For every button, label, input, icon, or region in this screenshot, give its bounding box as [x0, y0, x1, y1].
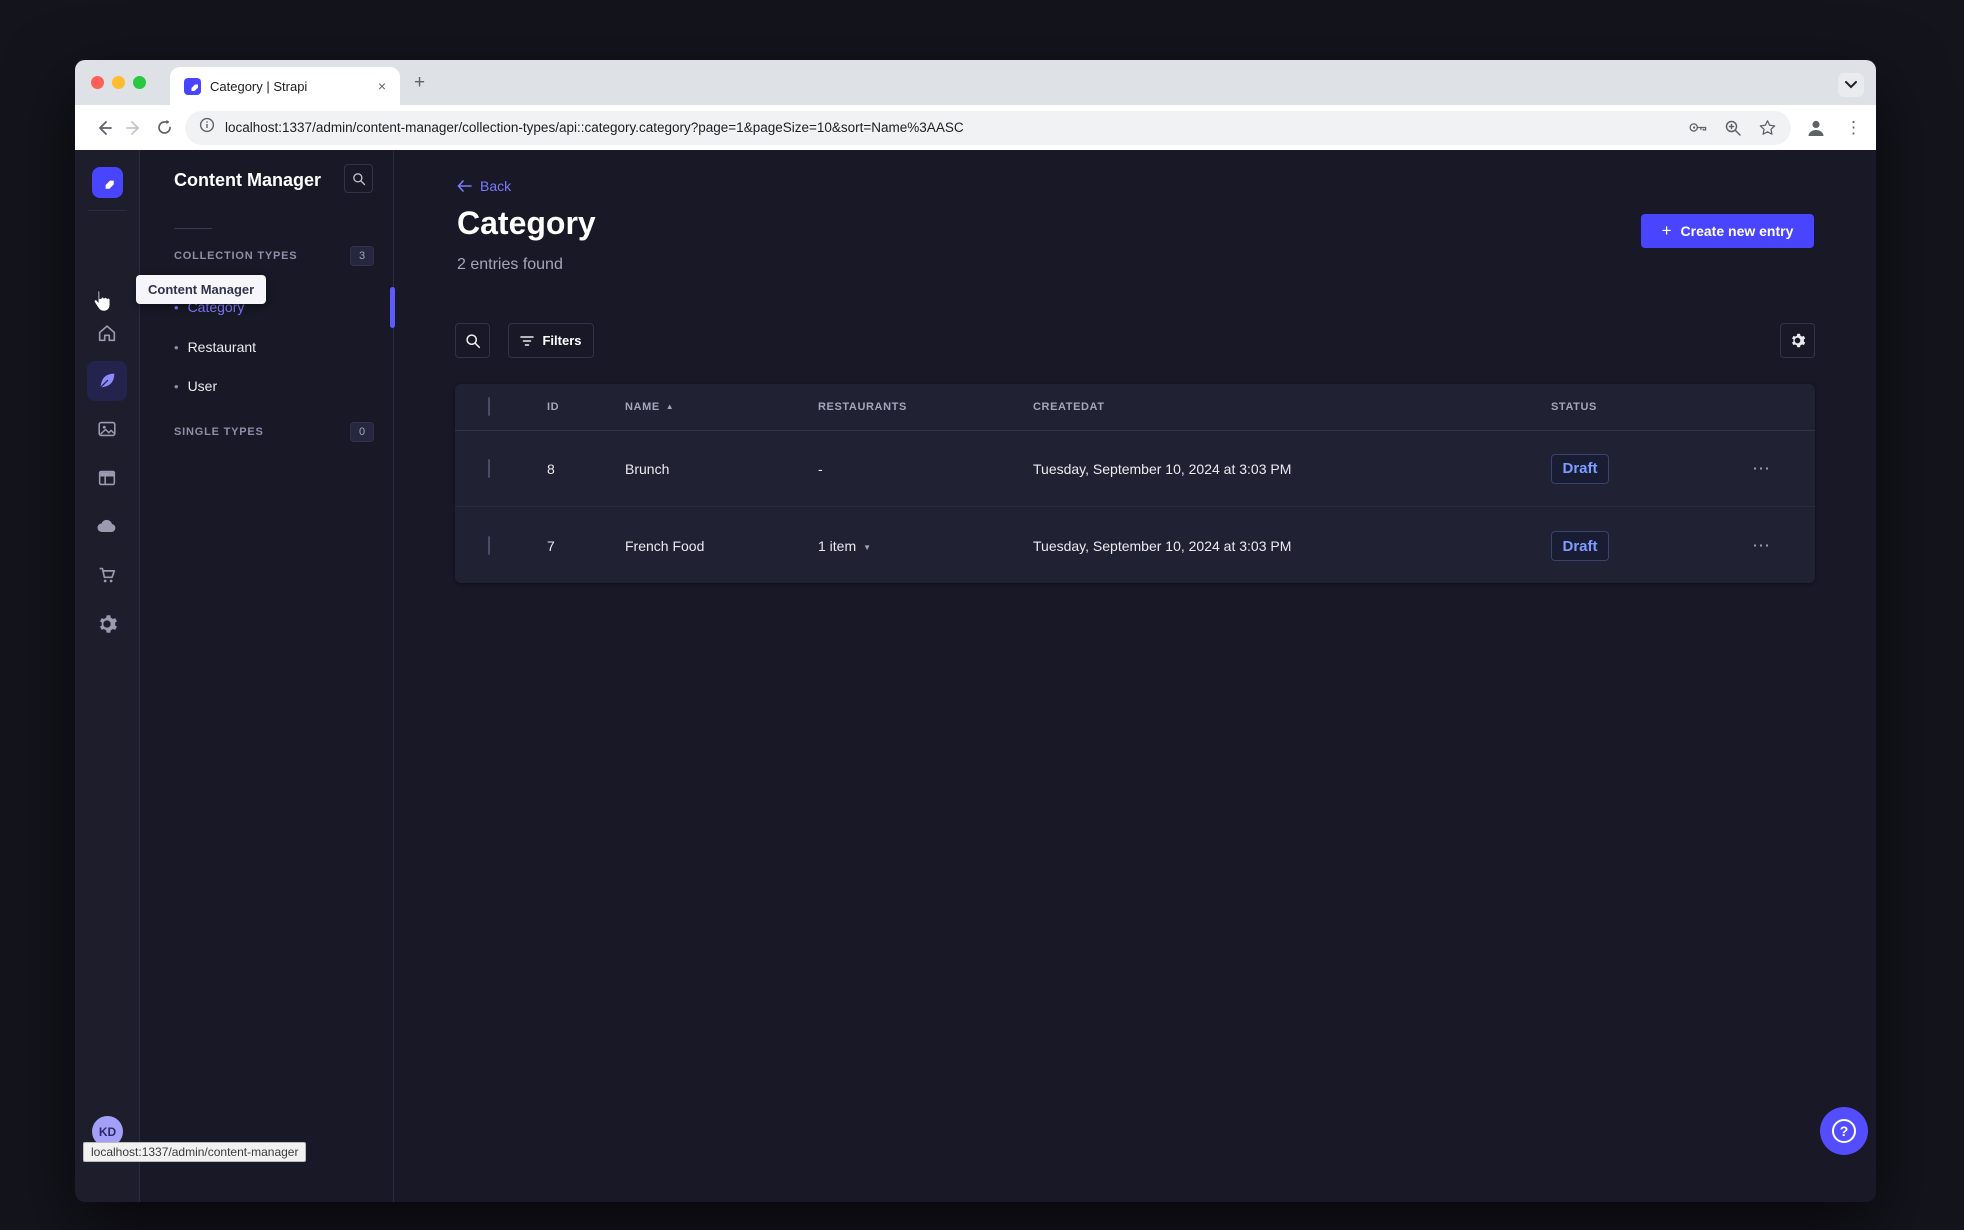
browser-window: Category | Strapi × + localhost:1337/adm…	[75, 60, 1876, 1202]
sort-asc-icon: ▲	[665, 402, 675, 411]
single-types-label: SINGLE TYPES	[174, 426, 264, 438]
subnav-divider	[174, 228, 212, 229]
header-name[interactable]: NAME ▲	[625, 401, 674, 413]
password-key-icon[interactable]	[1689, 118, 1708, 137]
status-badge: Draft	[1551, 453, 1609, 484]
header-createdat[interactable]: CREATEDAT	[1033, 401, 1105, 413]
cloud-deploy-icon[interactable]	[87, 506, 127, 546]
new-tab-button[interactable]: +	[414, 60, 425, 105]
filters-button-label: Filters	[542, 333, 582, 348]
row-checkbox[interactable]	[488, 458, 490, 478]
row-checkbox[interactable]	[488, 536, 490, 555]
row-actions-menu[interactable]: ⋯	[1752, 536, 1771, 557]
back-link[interactable]: Back	[457, 178, 511, 194]
header-id[interactable]: ID	[547, 401, 559, 413]
header-status: STATUS	[1551, 401, 1597, 413]
marketplace-cart-icon[interactable]	[87, 555, 127, 595]
home-icon[interactable]	[87, 313, 127, 353]
profile-avatar-icon[interactable]	[1801, 113, 1831, 143]
collection-types-label: COLLECTION TYPES	[174, 250, 298, 262]
bookmark-star-icon[interactable]	[1758, 118, 1777, 137]
browser-menu-icon[interactable]: ⋮	[1845, 118, 1862, 138]
maximize-window-button[interactable]	[133, 76, 146, 89]
cell-name: Brunch	[625, 460, 670, 477]
cell-createdat: Tuesday, September 10, 2024 at 3:03 PM	[1033, 460, 1292, 477]
header-restaurants[interactable]: RESTAURANTS	[818, 401, 907, 413]
settings-gear-icon[interactable]	[87, 604, 127, 644]
content-manager-tooltip: Content Manager	[136, 275, 267, 304]
plus-icon: +	[1661, 221, 1672, 240]
tab-search-button[interactable]	[1838, 73, 1864, 97]
back-icon[interactable]	[89, 113, 119, 143]
collection-types-count-badge: 3	[350, 246, 374, 266]
subnav-scrollbar-thumb[interactable]	[390, 287, 395, 328]
entries-table: ID NAME ▲ RESTAURANTS CREATEDAT STATUS 8 …	[455, 384, 1815, 583]
subnav-item-user[interactable]: • User	[140, 366, 394, 406]
create-button-label: Create new entry	[1680, 223, 1794, 239]
mouse-cursor	[92, 289, 112, 318]
subnav-search-button[interactable]	[344, 164, 373, 193]
content-type-builder-icon[interactable]	[87, 458, 127, 498]
reload-icon[interactable]	[149, 113, 179, 143]
content-manager-subnav: Content Manager COLLECTION TYPES 3 • Cat…	[140, 150, 394, 1202]
cell-id: 8	[547, 460, 555, 477]
entries-count: 2 entries found	[457, 256, 563, 273]
single-types-count-badge: 0	[350, 422, 374, 442]
table-row[interactable]: 7 French Food 1 item ▼ Tuesday, September…	[455, 508, 1815, 584]
question-mark-icon: ?	[1832, 1119, 1856, 1143]
row-actions-menu[interactable]: ⋯	[1752, 458, 1771, 479]
url-text[interactable]: localhost:1337/admin/content-manager/col…	[225, 120, 1673, 135]
cell-restaurants-dropdown[interactable]: 1 item ▼	[818, 538, 871, 554]
table-search-button[interactable]	[455, 323, 490, 358]
subnav-item-label: User	[187, 378, 218, 394]
subnav-item-restaurant[interactable]: • Restaurant	[140, 327, 394, 367]
browser-tab-strip: Category | Strapi × +	[75, 60, 1876, 105]
view-settings-button[interactable]	[1780, 323, 1815, 358]
back-label: Back	[480, 178, 512, 194]
table-header-row: ID NAME ▲ RESTAURANTS CREATEDAT STATUS	[455, 384, 1815, 431]
tooltip-label: Content Manager	[148, 282, 255, 297]
strapi-logo[interactable]	[92, 167, 123, 198]
zoom-icon[interactable]	[1724, 119, 1742, 137]
help-button[interactable]: ?	[1820, 1107, 1868, 1155]
main-content: Back Category 2 entries found + Create n…	[394, 150, 1876, 1202]
url-bar[interactable]: localhost:1337/admin/content-manager/col…	[185, 110, 1791, 145]
browser-tab[interactable]: Category | Strapi ×	[170, 67, 400, 105]
table-row[interactable]: 8 Brunch - Tuesday, September 10, 2024 a…	[455, 431, 1815, 507]
cell-name: French Food	[625, 538, 705, 554]
browser-toolbar: localhost:1337/admin/content-manager/col…	[75, 105, 1876, 150]
tab-close-icon[interactable]: ×	[374, 78, 390, 94]
media-library-icon[interactable]	[87, 409, 127, 449]
filters-button[interactable]: Filters	[508, 323, 594, 358]
subnav-item-label: Restaurant	[187, 339, 257, 355]
create-new-entry-button[interactable]: + Create new entry	[1641, 214, 1814, 248]
cell-restaurants: -	[818, 460, 823, 477]
subnav-title: Content Manager	[174, 170, 322, 190]
content-manager-icon[interactable]	[87, 361, 127, 401]
cell-id: 7	[547, 538, 555, 554]
status-badge: Draft	[1551, 531, 1609, 561]
status-url-text: localhost:1337/admin/content-manager	[91, 1145, 299, 1159]
filter-icon	[520, 335, 535, 346]
window-controls	[75, 60, 146, 105]
select-all-checkbox[interactable]	[488, 397, 490, 416]
avatar-initials: KD	[98, 1124, 117, 1139]
caret-down-icon: ▼	[863, 543, 872, 552]
forward-icon[interactable]	[119, 113, 149, 143]
arrow-left-icon	[457, 180, 472, 192]
bullet-icon: •	[174, 378, 179, 394]
close-window-button[interactable]	[91, 76, 104, 89]
cell-createdat: Tuesday, September 10, 2024 at 3:03 PM	[1033, 538, 1292, 554]
bullet-icon: •	[174, 339, 179, 355]
tab-title: Category | Strapi	[210, 78, 308, 94]
site-info-icon[interactable]	[199, 117, 215, 138]
minimize-window-button[interactable]	[112, 76, 125, 89]
link-preview-status-bar: localhost:1337/admin/content-manager	[83, 1142, 307, 1162]
page-title: Category	[457, 205, 596, 241]
strapi-favicon	[184, 77, 201, 95]
rail-divider	[88, 210, 127, 211]
